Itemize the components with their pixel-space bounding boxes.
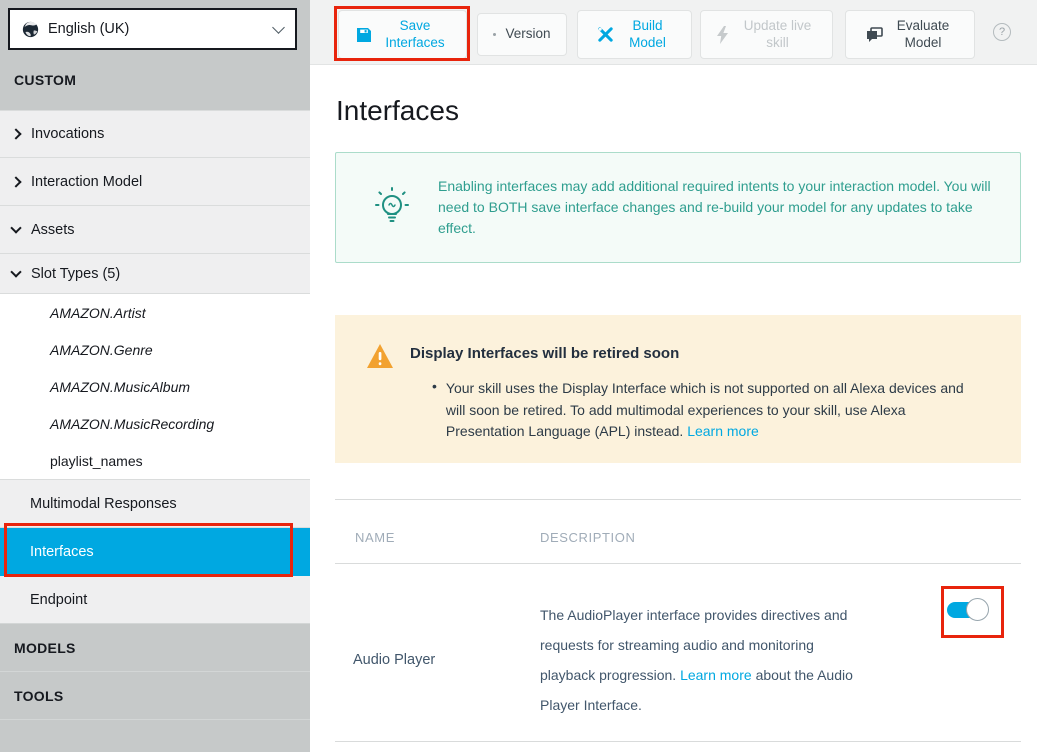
slot-type-playlist-names[interactable]: playlist_names: [0, 442, 310, 479]
save-button-label: Save Interfaces: [381, 18, 449, 50]
sidebar-section-custom: CUSTOM: [0, 50, 310, 110]
slot-type-amazon-artist[interactable]: AMAZON.Artist: [0, 294, 310, 331]
sidebar-item-interaction-model[interactable]: Interaction Model: [0, 158, 310, 206]
column-header-name: NAME: [355, 530, 395, 545]
divider: [335, 563, 1021, 564]
page-title: Interfaces: [336, 95, 459, 127]
description-learn-more-link[interactable]: Learn more: [680, 667, 752, 683]
version-button-label: Version: [505, 26, 550, 42]
sidebar-item-label: Interfaces: [30, 544, 94, 560]
toggle-knob: [966, 598, 989, 621]
save-icon: [356, 27, 372, 43]
lightbulb-icon: [374, 186, 410, 230]
update-live-skill-button[interactable]: Update live skill: [700, 10, 833, 59]
slot-type-label: playlist_names: [50, 453, 143, 469]
info-banner: Enabling interfaces may add additional r…: [335, 152, 1021, 263]
sidebar-item-assets[interactable]: Assets: [0, 206, 310, 254]
sidebar-section-tools[interactable]: TOOLS: [0, 671, 310, 720]
globe-icon: [22, 21, 39, 38]
alexa-developer-console: English (UK) CUSTOM Invocations Interact…: [0, 0, 1037, 752]
divider: [335, 741, 1021, 742]
audio-player-toggle[interactable]: [947, 602, 985, 618]
update-button-label: Update live skill: [738, 18, 818, 50]
help-icon[interactable]: ?: [993, 23, 1011, 41]
column-header-description: DESCRIPTION: [540, 530, 635, 545]
save-interfaces-button[interactable]: Save Interfaces: [338, 10, 467, 59]
sidebar-item-invocations[interactable]: Invocations: [0, 110, 310, 158]
bullet-dot: •: [432, 378, 437, 443]
sidebar-item-label: Multimodal Responses: [30, 496, 177, 512]
chevron-down-icon: [272, 21, 285, 34]
sidebar-item-label: Interaction Model: [31, 174, 142, 190]
warning-learn-more-link[interactable]: Learn more: [687, 423, 759, 439]
evaluate-button-label: Evaluate Model: [892, 18, 954, 50]
slot-type-label: AMAZON.Artist: [50, 305, 146, 321]
interface-row-description: The AudioPlayer interface provides direc…: [540, 600, 862, 720]
chevron-down-icon: [10, 266, 21, 277]
chat-bubbles-icon: [866, 27, 883, 42]
sidebar-item-label: Assets: [31, 222, 75, 238]
build-tools-icon: [597, 26, 614, 43]
sidebar-item-multimodal-responses[interactable]: Multimodal Responses: [0, 480, 310, 528]
build-button-label: Build Model: [623, 18, 673, 50]
chevron-down-icon: [10, 222, 21, 233]
slot-type-amazon-musicalbum[interactable]: AMAZON.MusicAlbum: [0, 368, 310, 405]
language-selector[interactable]: English (UK): [8, 8, 297, 50]
warning-bullet: • Your skill uses the Display Interface …: [432, 378, 967, 443]
sidebar-item-label: Slot Types (5): [31, 266, 120, 282]
slot-type-label: AMAZON.MusicRecording: [50, 416, 214, 432]
language-label: English (UK): [48, 21, 274, 37]
interface-row-name: Audio Player: [353, 652, 435, 668]
info-banner-text: Enabling interfaces may add additional r…: [438, 176, 998, 239]
chevron-right-icon: [10, 128, 21, 139]
sidebar-item-interfaces[interactable]: Interfaces: [0, 528, 310, 576]
warning-banner: Display Interfaces will be retired soon …: [335, 315, 1021, 463]
slot-type-label: AMAZON.Genre: [50, 342, 153, 358]
toolbar: Save Interfaces Version Build Model: [310, 0, 1037, 65]
sidebar-item-label: Invocations: [31, 126, 104, 142]
evaluate-model-button[interactable]: Evaluate Model: [845, 10, 975, 59]
divider: [335, 499, 1021, 500]
sidebar: English (UK) CUSTOM Invocations Interact…: [0, 0, 310, 752]
sidebar-section-models[interactable]: MODELS: [0, 623, 310, 672]
main-content: Interfaces Enabling interfaces may add a…: [310, 65, 1037, 752]
version-icon: [493, 33, 496, 36]
slot-type-amazon-genre[interactable]: AMAZON.Genre: [0, 331, 310, 368]
warning-icon: [366, 343, 394, 369]
sidebar-item-slot-types[interactable]: Slot Types (5): [0, 254, 310, 294]
lightning-icon: [716, 26, 729, 44]
warning-title: Display Interfaces will be retired soon: [410, 345, 679, 362]
chevron-right-icon: [10, 176, 21, 187]
slot-types-list: AMAZON.Artist AMAZON.Genre AMAZON.MusicA…: [0, 294, 310, 480]
sidebar-item-label: Endpoint: [30, 592, 87, 608]
build-model-button[interactable]: Build Model: [577, 10, 692, 59]
sidebar-item-endpoint[interactable]: Endpoint: [0, 576, 310, 624]
slot-type-label: AMAZON.MusicAlbum: [50, 379, 190, 395]
slot-type-amazon-musicrecording[interactable]: AMAZON.MusicRecording: [0, 405, 310, 442]
version-button[interactable]: Version: [477, 13, 567, 56]
